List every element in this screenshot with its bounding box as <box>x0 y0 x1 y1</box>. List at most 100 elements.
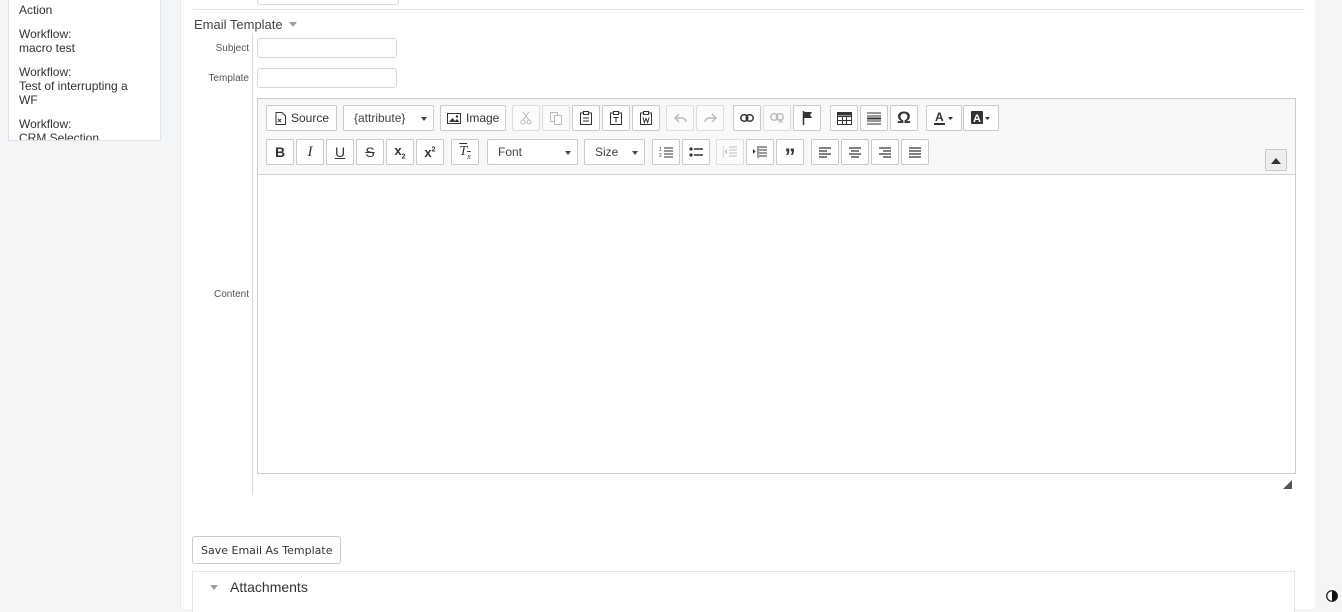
background-color-button[interactable]: A <box>963 105 999 131</box>
attachments-panel[interactable]: Attachments <box>192 571 1295 612</box>
text-color-button[interactable]: A <box>926 105 962 131</box>
section-title: Email Template <box>194 17 283 32</box>
special-char-button[interactable]: Ω <box>890 105 918 131</box>
attribute-dropdown-label: {attribute} <box>354 111 406 125</box>
editor-content-area[interactable] <box>258 174 1295 473</box>
triangle-up-icon <box>1271 153 1281 167</box>
sidebar-item-macro-test[interactable]: Workflow: macro test <box>19 27 75 55</box>
table-button[interactable] <box>830 105 858 131</box>
unlink-button[interactable] <box>763 105 791 131</box>
paste-word-button[interactable] <box>632 105 660 131</box>
workflow-sidebar: Action Workflow: macro test Workflow: Te… <box>8 0 161 141</box>
main-panel: Email Template Subject Template Content … <box>180 0 1315 612</box>
editor-toolbar: Source {attribute} Image Ω A A B I U S x… <box>258 99 1295 175</box>
numbered-list-icon: 12 <box>659 146 673 158</box>
rich-text-editor: Source {attribute} Image Ω A A B I U S x… <box>257 98 1296 474</box>
decrease-indent-icon <box>723 146 737 158</box>
sidebar-item-test-interrupting[interactable]: Workflow: Test of interrupting a WF <box>19 65 147 107</box>
size-dropdown-label: Size <box>595 145 619 159</box>
bulleted-list-button[interactable] <box>682 139 710 165</box>
subject-input[interactable] <box>257 38 397 58</box>
paste-text-icon <box>610 111 622 125</box>
font-dropdown-label: Font <box>498 145 523 159</box>
sidebar-item-crm-selection[interactable]: Workflow: CRM Selection <box>19 117 100 141</box>
sidebar-item-label: Test of interrupting a WF <box>19 79 128 107</box>
size-dropdown[interactable]: Size <box>584 139 645 165</box>
copy-button[interactable] <box>542 105 570 131</box>
flag-icon <box>802 111 813 125</box>
italic-icon: I <box>307 143 313 160</box>
dropdown-arrow-icon <box>421 117 427 121</box>
numbered-list-button[interactable]: 12 <box>652 139 680 165</box>
cut-button[interactable] <box>512 105 540 131</box>
image-label: Image <box>466 111 500 125</box>
section-divider <box>252 33 253 495</box>
divider <box>193 9 1305 10</box>
source-icon <box>275 111 286 125</box>
strikethrough-icon: S <box>365 144 375 160</box>
undo-button[interactable] <box>666 105 694 131</box>
copy-icon <box>550 111 562 125</box>
justify-icon <box>909 146 921 158</box>
contrast-icon[interactable] <box>1326 590 1338 602</box>
italic-button[interactable]: I <box>296 139 324 165</box>
template-input[interactable] <box>257 68 397 88</box>
horizontal-rule-button[interactable] <box>860 105 888 131</box>
caret-down-icon <box>210 585 218 590</box>
bold-icon: B <box>274 144 286 160</box>
table-icon <box>836 111 852 125</box>
omega-icon: Ω <box>897 108 911 127</box>
collapse-toolbar-button[interactable] <box>1265 149 1287 171</box>
strikethrough-button[interactable]: S <box>356 139 384 165</box>
align-right-icon <box>879 146 891 158</box>
align-right-button[interactable] <box>871 139 899 165</box>
sidebar-item-prefix: Workflow: <box>19 65 72 79</box>
paste-icon <box>580 111 592 125</box>
link-icon <box>740 114 754 122</box>
bold-button[interactable]: B <box>266 139 294 165</box>
source-button[interactable]: Source <box>266 105 337 131</box>
content-label: Content <box>213 289 249 300</box>
image-button[interactable]: Image <box>440 105 506 131</box>
align-left-button[interactable] <box>811 139 839 165</box>
remove-format-button[interactable]: Tx <box>451 139 479 165</box>
underline-button[interactable]: U <box>326 139 354 165</box>
paste-word-icon <box>640 111 652 125</box>
increase-indent-button[interactable] <box>746 139 774 165</box>
attribute-dropdown[interactable]: {attribute} <box>343 105 434 131</box>
font-dropdown[interactable]: Font <box>487 139 578 165</box>
attachments-title: Attachments <box>230 579 308 595</box>
paste-text-button[interactable] <box>602 105 630 131</box>
redo-icon <box>703 113 717 123</box>
blockquote-button[interactable]: ” <box>776 139 804 168</box>
justify-button[interactable] <box>901 139 929 165</box>
svg-text:A: A <box>935 111 944 124</box>
text-color-icon: A <box>934 111 954 125</box>
remove-format-icon: Tx <box>459 143 471 161</box>
align-center-button[interactable] <box>841 139 869 165</box>
redo-button[interactable] <box>696 105 724 131</box>
cut-icon <box>520 111 532 125</box>
sidebar-item-label: CRM Selection <box>19 131 100 141</box>
resize-handle-icon[interactable] <box>1283 480 1292 489</box>
email-template-header[interactable]: Email Template <box>194 17 297 32</box>
bulleted-list-icon <box>689 146 703 158</box>
align-center-icon <box>849 146 861 158</box>
superscript-button[interactable]: x2 <box>416 139 444 165</box>
previous-field[interactable] <box>257 0 399 5</box>
horizontal-rule-icon <box>867 112 881 125</box>
decrease-indent-button[interactable] <box>716 139 744 165</box>
link-button[interactable] <box>733 105 761 131</box>
dropdown-arrow-icon <box>565 151 571 155</box>
underline-icon: U <box>334 144 346 160</box>
sidebar-item-prefix: Workflow: <box>19 117 72 131</box>
sidebar-item-action[interactable]: Action <box>19 3 52 17</box>
anchor-button[interactable] <box>793 105 821 131</box>
sidebar-item-label: macro test <box>19 41 76 55</box>
save-email-as-template-button[interactable]: Save Email As Template <box>192 536 342 564</box>
svg-text:2: 2 <box>659 153 662 158</box>
sidebar-item-label: Action <box>19 3 53 17</box>
paste-button[interactable] <box>572 105 600 131</box>
subscript-icon: x2 <box>394 143 406 161</box>
subscript-button[interactable]: x2 <box>386 139 414 165</box>
